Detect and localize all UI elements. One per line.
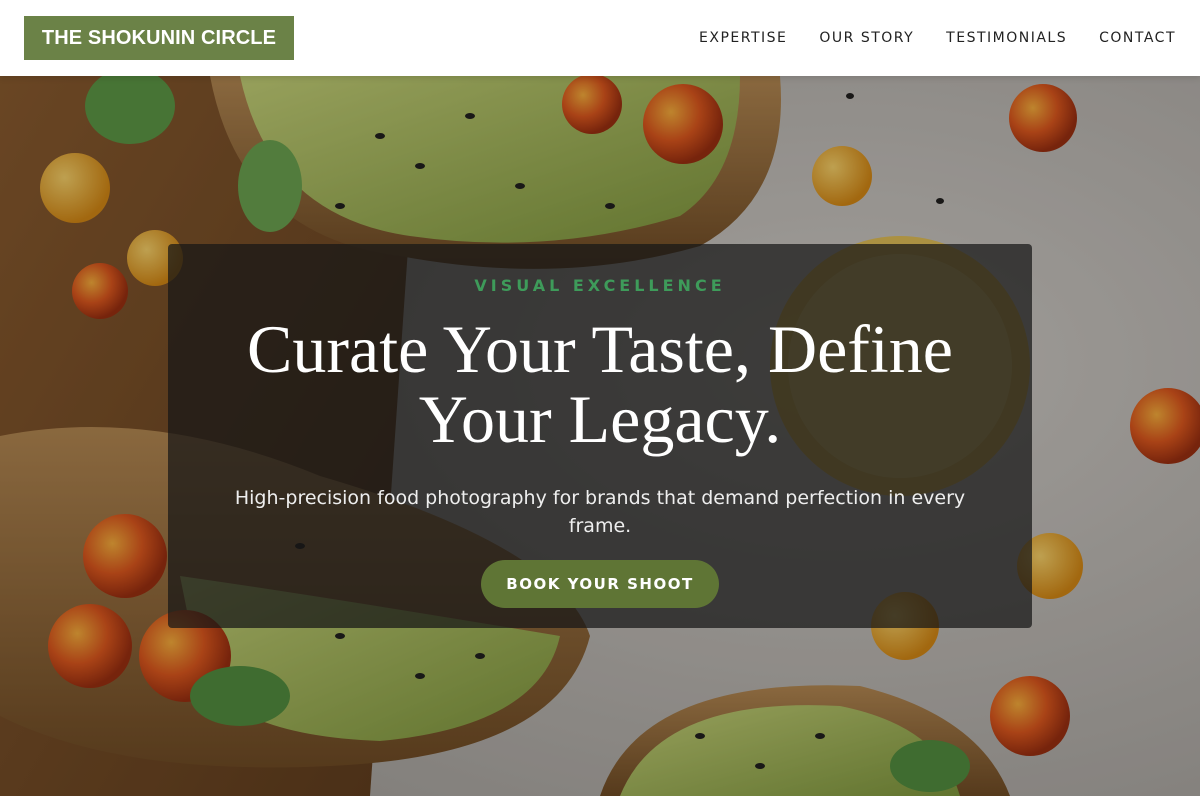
site-header: THE SHOKUNIN CIRCLE EXPERTISE OUR STORY … [0, 0, 1200, 76]
hero-section: VISUAL EXCELLENCE Curate Your Taste, Def… [0, 76, 1200, 796]
nav-expertise[interactable]: EXPERTISE [699, 30, 787, 46]
hero-eyebrow: VISUAL EXCELLENCE [474, 276, 726, 295]
main-nav: EXPERTISE OUR STORY TESTIMONIALS CONTACT [699, 0, 1176, 76]
hero-card: VISUAL EXCELLENCE Curate Your Taste, Def… [168, 244, 1032, 628]
nav-our-story[interactable]: OUR STORY [819, 30, 914, 46]
nav-contact[interactable]: CONTACT [1099, 30, 1176, 46]
hero-subtitle: High-precision food photography for bran… [234, 487, 966, 537]
brand-logo[interactable]: THE SHOKUNIN CIRCLE [24, 16, 294, 60]
hero-headline: Curate Your Taste, Define Your Legacy. [247, 311, 953, 457]
book-shoot-button[interactable]: BOOK YOUR SHOOT [481, 560, 719, 608]
nav-testimonials[interactable]: TESTIMONIALS [946, 30, 1067, 46]
page-bottom-edge [0, 796, 1200, 800]
